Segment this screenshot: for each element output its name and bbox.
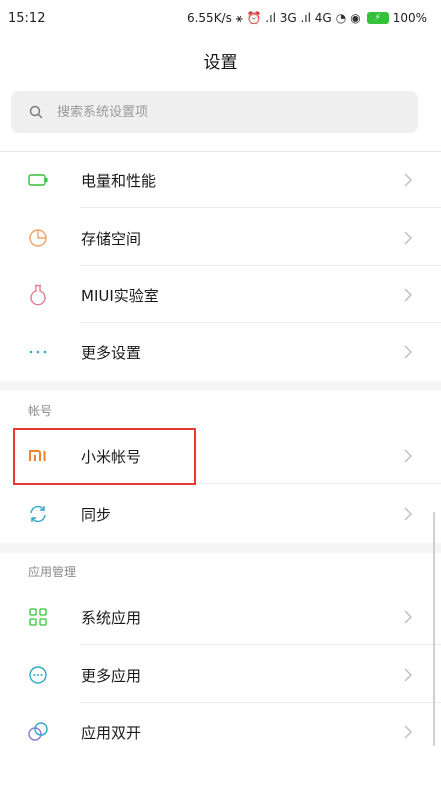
scrollbar[interactable]: [433, 512, 435, 746]
section-header-app-management: 应用管理: [28, 565, 77, 579]
chevron-right-icon: [404, 668, 412, 682]
row-divider: [80, 322, 441, 323]
chevron-right-icon: [404, 725, 412, 739]
search-input[interactable]: [57, 104, 377, 120]
status-bar: 15:12 6.55K/s ⚹ ⏰ .ıl 3G .ıl 4G ◔ ◉ ⚡ 10…: [0, 0, 441, 36]
chevron-right-icon: [404, 345, 412, 359]
network-indicators: 6.55K/s ⚹ ⏰ .ıl 3G .ıl 4G: [186, 10, 332, 25]
settings-item-system-apps[interactable]: 系统应用: [0, 589, 441, 645]
storage-pie-icon: [27, 227, 49, 249]
settings-item-label: 更多设置: [81, 343, 142, 362]
settings-item-label: 系统应用: [81, 608, 142, 627]
battery-percent: 100%: [392, 11, 427, 25]
settings-item-sync[interactable]: 同步: [0, 486, 441, 542]
alarm-sync-icon: ◉: [350, 11, 361, 25]
dual-apps-icon: [27, 721, 49, 743]
more-dots-icon: [27, 341, 49, 363]
settings-item-battery-performance[interactable]: 电量和性能: [0, 152, 441, 208]
chevron-right-icon: [404, 449, 412, 463]
settings-item-label: 同步: [81, 505, 112, 524]
battery-icon: [27, 169, 49, 191]
row-divider: [80, 207, 441, 208]
search-bar[interactable]: [11, 91, 418, 133]
chevron-right-icon: [404, 173, 412, 187]
chevron-right-icon: [404, 231, 412, 245]
grid-apps-icon: [27, 606, 49, 628]
status-indicators: 6.55K/s ⚹ ⏰ .ıl 3G .ıl 4G ◔ ◉ ⚡ 100%: [187, 11, 427, 26]
chevron-right-icon: [404, 288, 412, 302]
settings-item-storage[interactable]: 存储空间: [0, 210, 441, 266]
chevron-right-icon: [404, 610, 412, 624]
page-title: 设置: [203, 53, 238, 73]
settings-item-label: 更多应用: [81, 666, 142, 685]
search-icon: [29, 105, 43, 119]
battery-icon: ⚡: [366, 12, 389, 24]
settings-item-label: 存储空间: [81, 229, 142, 248]
row-divider: [80, 265, 441, 266]
section-header-account: 帐号: [28, 404, 53, 418]
settings-item-more-settings[interactable]: 更多设置: [0, 324, 441, 380]
row-divider: [80, 702, 441, 703]
settings-item-dual-apps[interactable]: 应用双开: [0, 704, 441, 760]
settings-item-label: MIUI实验室: [81, 286, 159, 305]
settings-item-label: 电量和性能: [81, 171, 157, 190]
section-gap: [0, 543, 441, 553]
row-divider: [80, 644, 441, 645]
sync-icon: [27, 503, 49, 525]
lab-flask-icon: [27, 284, 49, 306]
wifi-icon: ◔: [335, 11, 347, 25]
section-gap: [0, 381, 441, 391]
status-time: 15:12: [8, 10, 46, 26]
settings-item-miui-lab[interactable]: MIUI实验室: [0, 267, 441, 323]
settings-item-more-apps[interactable]: 更多应用: [0, 647, 441, 703]
more-apps-icon: [27, 664, 49, 686]
chevron-right-icon: [404, 507, 412, 521]
highlight-box: [13, 428, 196, 485]
settings-item-label: 应用双开: [81, 723, 142, 742]
